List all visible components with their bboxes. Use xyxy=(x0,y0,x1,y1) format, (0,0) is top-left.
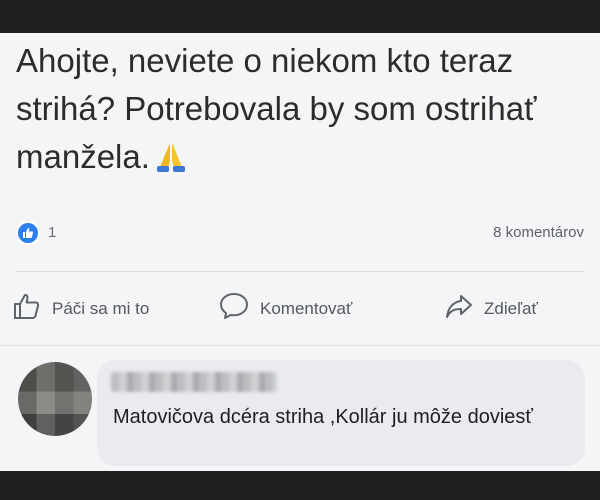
comment-text: Matovičova dcéra striha ,Kollár ju môže … xyxy=(113,406,533,428)
like-button-label: Páči sa mi to xyxy=(52,298,150,318)
share-arrow-icon xyxy=(444,291,474,326)
post-text-content: Ahojte, neviete o niekom kto teraz strih… xyxy=(16,42,537,175)
post-card: Ahojte, neviete o niekom kto teraz strih… xyxy=(0,33,600,471)
like-button[interactable]: Páči sa mi to xyxy=(12,291,149,326)
thumbs-up-icon xyxy=(12,291,42,326)
post-text: Ahojte, neviete o niekom kto teraz strih… xyxy=(16,37,576,187)
divider xyxy=(0,345,600,346)
comments-count[interactable]: 8 komentárov xyxy=(493,224,584,241)
commenter-name-redacted[interactable] xyxy=(111,372,277,392)
post-stats: 1 8 komentárov xyxy=(16,221,584,247)
commenter-avatar[interactable] xyxy=(18,362,92,436)
post-actions: Páči sa mi to Komentovať Zdieľať xyxy=(0,291,600,327)
divider xyxy=(16,271,584,272)
comment-button[interactable]: Komentovať xyxy=(218,291,352,326)
share-button[interactable]: Zdieľať xyxy=(444,291,538,326)
like-reaction-icon[interactable] xyxy=(16,221,40,245)
speech-bubble-icon xyxy=(218,291,250,326)
folded-hands-icon xyxy=(154,139,188,187)
comment-bubble: Matovičova dcéra striha ,Kollár ju môže … xyxy=(97,360,585,466)
comment-button-label: Komentovať xyxy=(260,298,353,318)
share-button-label: Zdieľať xyxy=(484,298,538,318)
like-count[interactable]: 1 xyxy=(48,224,56,241)
